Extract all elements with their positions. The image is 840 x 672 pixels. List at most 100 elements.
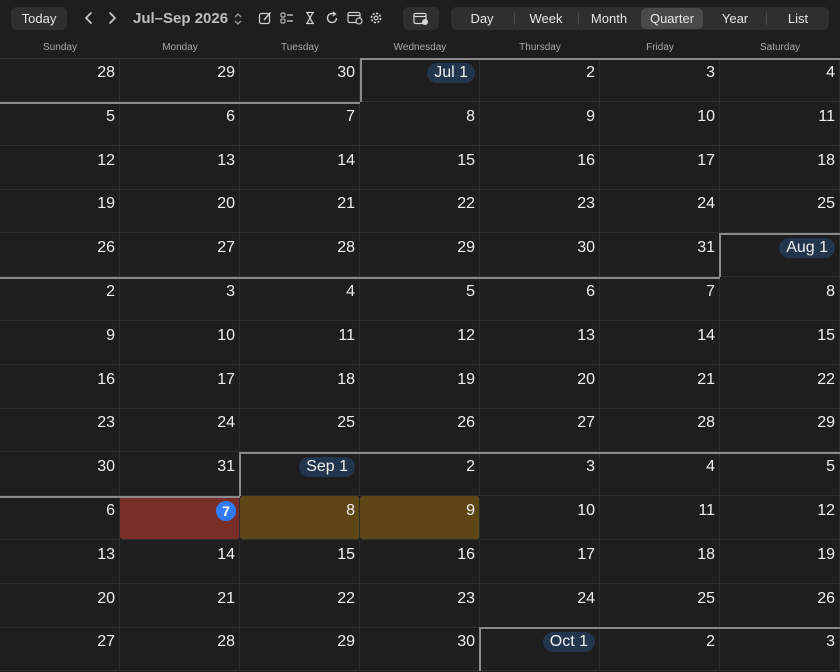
- day-cell[interactable]: 28: [240, 233, 360, 278]
- day-cell[interactable]: 26: [0, 233, 120, 278]
- day-cell[interactable]: 23: [0, 408, 120, 453]
- day-cell[interactable]: 25: [240, 408, 360, 453]
- day-cell[interactable]: 2: [480, 58, 600, 102]
- day-cell[interactable]: 30: [480, 233, 600, 278]
- day-cell[interactable]: 8: [360, 101, 480, 146]
- day-cell[interactable]: 8: [720, 277, 840, 321]
- day-cell[interactable]: 22: [360, 189, 480, 234]
- day-cell[interactable]: 9: [480, 101, 600, 146]
- day-cell[interactable]: 4: [720, 58, 840, 102]
- day-cell[interactable]: 14: [600, 320, 720, 365]
- day-cell[interactable]: Oct 1: [480, 627, 600, 672]
- day-cell[interactable]: 4: [240, 277, 360, 321]
- day-cell[interactable]: 27: [120, 233, 240, 278]
- day-cell[interactable]: 29: [120, 58, 240, 102]
- day-cell[interactable]: 29: [240, 627, 360, 672]
- day-cell[interactable]: 3: [720, 627, 840, 672]
- day-cell[interactable]: 9: [0, 320, 120, 365]
- day-cell[interactable]: 24: [600, 189, 720, 234]
- previous-period-icon[interactable]: [80, 8, 98, 28]
- day-cell[interactable]: 10: [480, 496, 600, 540]
- day-cell[interactable]: 15: [240, 539, 360, 584]
- day-cell[interactable]: 30: [360, 627, 480, 672]
- day-cell[interactable]: 12: [0, 145, 120, 190]
- day-cell[interactable]: 26: [360, 408, 480, 453]
- gear-icon[interactable]: [369, 11, 385, 27]
- day-cell[interactable]: 18: [720, 145, 840, 190]
- day-cell[interactable]: 25: [720, 189, 840, 234]
- day-cell[interactable]: 12: [360, 320, 480, 365]
- day-cell[interactable]: 7: [600, 277, 720, 321]
- day-cell[interactable]: 15: [360, 145, 480, 190]
- day-cell[interactable]: 6: [0, 496, 120, 540]
- day-cell[interactable]: 21: [240, 189, 360, 234]
- day-cell[interactable]: 21: [600, 364, 720, 409]
- day-cell[interactable]: 20: [480, 364, 600, 409]
- day-cell[interactable]: 22: [720, 364, 840, 409]
- task-list-icon[interactable]: [280, 11, 296, 27]
- new-event-icon[interactable]: [258, 11, 274, 27]
- day-cell-today[interactable]: 7: [120, 496, 240, 540]
- day-cell[interactable]: 6: [120, 101, 240, 146]
- day-cell[interactable]: 13: [480, 320, 600, 365]
- day-cell[interactable]: 24: [480, 583, 600, 628]
- day-cell[interactable]: 28: [0, 58, 120, 102]
- day-cell[interactable]: 3: [480, 452, 600, 497]
- day-cell[interactable]: 30: [0, 452, 120, 497]
- day-cell[interactable]: 17: [120, 364, 240, 409]
- view-month[interactable]: Month: [579, 7, 639, 30]
- day-cell[interactable]: 13: [120, 145, 240, 190]
- day-cell[interactable]: 10: [600, 101, 720, 146]
- day-cell[interactable]: 22: [240, 583, 360, 628]
- calendar-settings-icon[interactable]: [347, 11, 363, 27]
- day-cell[interactable]: 20: [0, 583, 120, 628]
- day-cell[interactable]: 17: [600, 145, 720, 190]
- day-cell-selected[interactable]: 8: [240, 496, 360, 540]
- day-cell[interactable]: 26: [720, 583, 840, 628]
- next-period-icon[interactable]: [103, 8, 121, 28]
- day-cell[interactable]: 19: [360, 364, 480, 409]
- day-cell[interactable]: 5: [720, 452, 840, 497]
- day-cell[interactable]: 16: [0, 364, 120, 409]
- day-cell[interactable]: 5: [0, 101, 120, 146]
- day-cell[interactable]: 16: [480, 145, 600, 190]
- view-day[interactable]: Day: [451, 7, 513, 30]
- today-button[interactable]: Today: [11, 7, 67, 30]
- day-cell[interactable]: 2: [0, 277, 120, 321]
- day-cell[interactable]: Sep 1: [240, 452, 360, 497]
- day-cell[interactable]: Aug 1: [720, 233, 840, 278]
- day-cell[interactable]: 18: [600, 539, 720, 584]
- day-cell[interactable]: 31: [120, 452, 240, 497]
- day-cell[interactable]: 29: [360, 233, 480, 278]
- period-selector-chevron-icon[interactable]: [233, 12, 243, 31]
- day-cell[interactable]: 4: [600, 452, 720, 497]
- day-cell[interactable]: 30: [240, 58, 360, 102]
- day-cell[interactable]: 16: [360, 539, 480, 584]
- day-cell[interactable]: 24: [120, 408, 240, 453]
- view-list[interactable]: List: [767, 7, 829, 30]
- view-week[interactable]: Week: [515, 7, 577, 30]
- day-cell[interactable]: 19: [720, 539, 840, 584]
- day-cell[interactable]: 3: [120, 277, 240, 321]
- day-cell[interactable]: 27: [0, 627, 120, 672]
- day-cell[interactable]: 23: [360, 583, 480, 628]
- day-cell[interactable]: 14: [120, 539, 240, 584]
- view-quarter[interactable]: Quarter: [641, 8, 703, 29]
- day-cell[interactable]: 17: [480, 539, 600, 584]
- day-cell[interactable]: 27: [480, 408, 600, 453]
- day-cell[interactable]: 15: [720, 320, 840, 365]
- day-cell[interactable]: 28: [600, 408, 720, 453]
- day-cell[interactable]: 23: [480, 189, 600, 234]
- day-cell[interactable]: 11: [240, 320, 360, 365]
- day-cell[interactable]: 6: [480, 277, 600, 321]
- day-cell[interactable]: 2: [360, 452, 480, 497]
- day-cell[interactable]: 14: [240, 145, 360, 190]
- day-cell[interactable]: 19: [0, 189, 120, 234]
- day-cell[interactable]: 21: [120, 583, 240, 628]
- day-cell[interactable]: 11: [720, 101, 840, 146]
- day-cell[interactable]: 5: [360, 277, 480, 321]
- day-cell[interactable]: 13: [0, 539, 120, 584]
- day-cell[interactable]: 31: [600, 233, 720, 278]
- day-cell[interactable]: 2: [600, 627, 720, 672]
- day-cell[interactable]: 29: [720, 408, 840, 453]
